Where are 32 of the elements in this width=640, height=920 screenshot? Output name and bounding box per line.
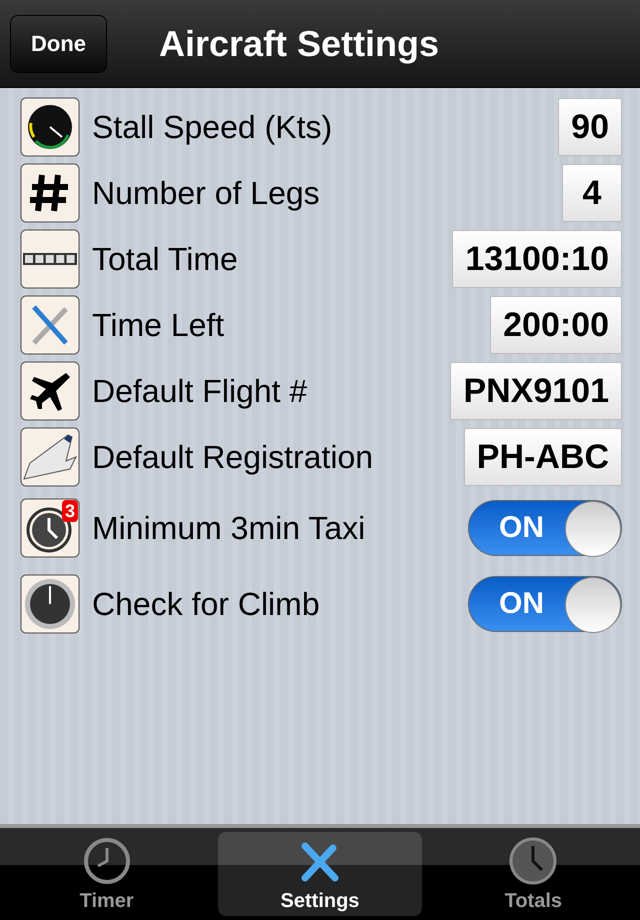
setting-label: Check for Climb [92,586,321,622]
setting-label: Default Registration [92,438,374,476]
setting-label: Number of Legs [92,174,321,212]
airplane-icon [20,361,80,421]
value-field[interactable]: 90 [558,98,622,156]
value-field[interactable]: PNX9101 [450,362,622,420]
done-button[interactable]: Done [10,14,107,72]
tab[interactable]: Totals [431,832,636,916]
dial-clock-icon [20,574,80,634]
odometer-icon [20,229,80,289]
airspeed-gauge-icon [20,97,80,157]
setting-label: Total Time [92,240,239,278]
clock-icon [508,836,558,886]
toggle-switch[interactable]: ON [468,500,622,556]
hash-icon [20,163,80,223]
aircraft-tail-icon [20,427,80,487]
count-badge: 3 [62,500,78,522]
clock-icon [82,836,132,886]
setting-label: Time Left [92,306,226,344]
nav-title: Aircraft Settings [159,22,440,64]
value-field[interactable]: 13100:10 [452,230,622,288]
tools-icon [20,295,80,355]
setting-label: Default Flight # [92,372,308,410]
toggle-switch[interactable]: ON [468,576,622,632]
clock-icon [20,498,80,558]
value-field[interactable]: 200:00 [490,296,622,354]
tab[interactable]: Settings [218,832,422,916]
value-field[interactable]: PH-ABC [464,428,622,486]
value-field[interactable]: 4 [562,164,622,222]
setting-label: Minimum 3min Taxi [92,510,366,546]
tab[interactable]: Timer [4,832,209,916]
setting-label: Stall Speed (Kts) [92,108,334,146]
